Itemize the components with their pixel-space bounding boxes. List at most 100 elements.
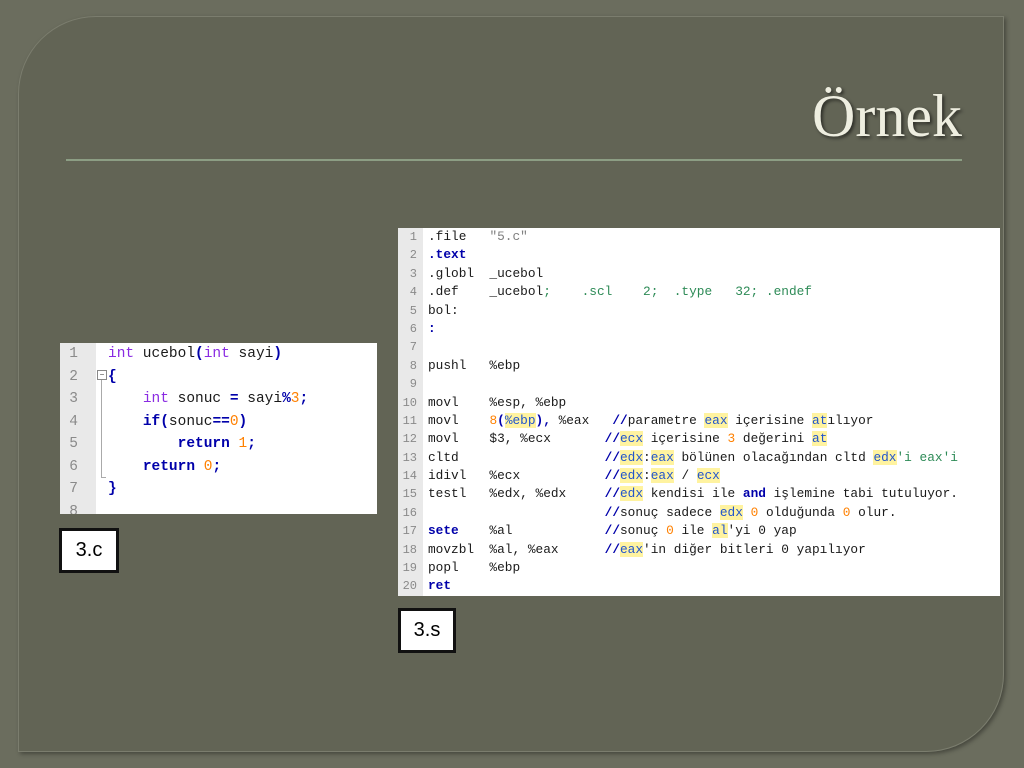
code-token: /	[673, 468, 697, 484]
line-number: 7	[69, 481, 78, 497]
code-line: 5 return 1;	[60, 433, 377, 456]
line-number: 12	[402, 432, 417, 447]
code-line: 10 movl %esp, %ebp	[398, 394, 1000, 412]
code-text: movl 8(%ebp), %eax //parametre eax içeri…	[428, 412, 873, 430]
code-text: testl %edx, %edx //edx kendisi ile and i…	[428, 485, 958, 503]
code-text: .file "5.c"	[428, 228, 528, 246]
line-number: 8	[409, 358, 417, 373]
code-token: sonuc	[168, 413, 213, 430]
code-token: .text	[428, 247, 467, 263]
code-token: 'yi 0 yap	[727, 523, 797, 539]
code-token: eax	[650, 449, 674, 465]
code-token: al	[712, 523, 728, 539]
code-text: ret	[428, 577, 451, 595]
code-token: )	[238, 413, 248, 430]
code-token: ;	[212, 458, 222, 475]
code-token: =	[229, 391, 239, 407]
label-3s: 3.s	[398, 608, 456, 653]
line-number: 16	[402, 505, 417, 520]
line-number: 3	[69, 391, 78, 407]
code-line: 17 sete %al //sonuç 0 ile al'yi 0 yap	[398, 522, 1000, 540]
code-line: 4 if(sonuc==0)	[60, 411, 377, 434]
code-line: 14 idivl %ecx //edx:eax / ecx	[398, 467, 1000, 485]
code-text: {	[108, 366, 117, 389]
code-text: movzbl %al, %eax //eax'in diğer bitleri …	[428, 541, 866, 559]
code-token: pushl %ebp	[428, 357, 521, 373]
code-token: (	[497, 412, 505, 428]
code-text: int sonuc = sayi%3;	[108, 388, 308, 411]
code-token: .def _ucebol	[428, 284, 544, 300]
code-text: .globl _ucebol	[428, 265, 543, 283]
code-token: ret	[428, 578, 452, 594]
code-text: popl %ebp	[428, 559, 520, 577]
slide-title: Örnek	[812, 83, 962, 149]
code-text: .def _ucebol; .scl 2; .type 32; .endef	[428, 283, 812, 301]
code-token: eax	[620, 541, 644, 557]
code-token: sonuc	[168, 391, 230, 407]
code-token: %al	[458, 523, 605, 539]
code-token: "5.c"	[489, 229, 528, 244]
line-number: 6	[409, 321, 417, 336]
code-token: //	[604, 504, 620, 520]
code-token: ucebol	[134, 346, 196, 362]
code-token: (	[160, 413, 169, 430]
code-token: //	[612, 412, 628, 428]
code-token: sayi	[238, 391, 283, 407]
code-text: bol:	[428, 302, 459, 320]
line-number: 5	[69, 436, 78, 452]
line-number: 4	[409, 285, 417, 300]
code-text: }	[108, 478, 117, 501]
code-token: }	[108, 481, 117, 497]
line-number: 5	[409, 303, 417, 318]
code-text: sete %al //sonuç 0 ile al'yi 0 yap	[428, 522, 797, 540]
code-token: movzbl %al, %eax	[428, 541, 605, 557]
code-token: :	[643, 468, 651, 484]
code-token: parametre	[627, 412, 705, 428]
line-number: 13	[402, 450, 417, 465]
code-token: ;	[299, 391, 309, 407]
code-text: movl $3, %ecx //ecx içerisine 3 değerini…	[428, 430, 828, 448]
code-token: popl %ebp	[428, 560, 521, 576]
code-token: //	[604, 541, 620, 557]
code-line: 11 movl 8(%ebp), %eax //parametre eax içe…	[398, 412, 1000, 430]
code-text: if(sonuc==0)	[108, 411, 247, 434]
code-token: ecx	[620, 431, 644, 447]
code-line: 7}	[60, 478, 377, 501]
code-token: cltd	[428, 449, 605, 465]
code-line: 1 .file "5.c"	[398, 228, 1000, 246]
code-line: 3 .globl _ucebol	[398, 265, 1000, 283]
code-token: %	[282, 391, 291, 407]
code-token: 0	[666, 523, 674, 539]
line-number: 17	[402, 524, 417, 539]
code-token: return	[177, 436, 230, 452]
code-text: idivl %ecx //edx:eax / ecx	[428, 467, 720, 485]
line-number: 8	[69, 503, 78, 515]
title-divider	[66, 159, 962, 161]
line-number: 6	[69, 458, 78, 475]
code-token: at	[812, 431, 828, 447]
code-line: 12 movl $3, %ecx //ecx içerisine 3 değeri…	[398, 430, 1000, 448]
code-token: sonuç sadece	[620, 504, 720, 520]
code-text: :	[428, 320, 436, 338]
code-token: if	[142, 413, 161, 430]
code-token: ılıyor	[827, 412, 874, 428]
code-token: edx	[620, 449, 644, 465]
code-token: kendisi ile	[643, 486, 743, 502]
code-token: 1	[238, 436, 248, 452]
code-line: 2 .text	[398, 246, 1000, 264]
code-token: 0	[229, 413, 239, 430]
code-token: .file	[428, 229, 490, 244]
code-token: bölünen olacağından cltd	[673, 449, 874, 465]
code-line: 19 popl %ebp	[398, 559, 1000, 577]
label-3c: 3.c	[59, 528, 119, 573]
code-line: 3 int sonuc = sayi%3;	[60, 388, 377, 411]
code-token: //	[604, 431, 620, 447]
code-token: int	[203, 346, 230, 362]
line-number: 15	[402, 487, 417, 502]
code-line: 16 //sonuç sadece edx 0 olduğunda 0 olur…	[398, 504, 1000, 522]
